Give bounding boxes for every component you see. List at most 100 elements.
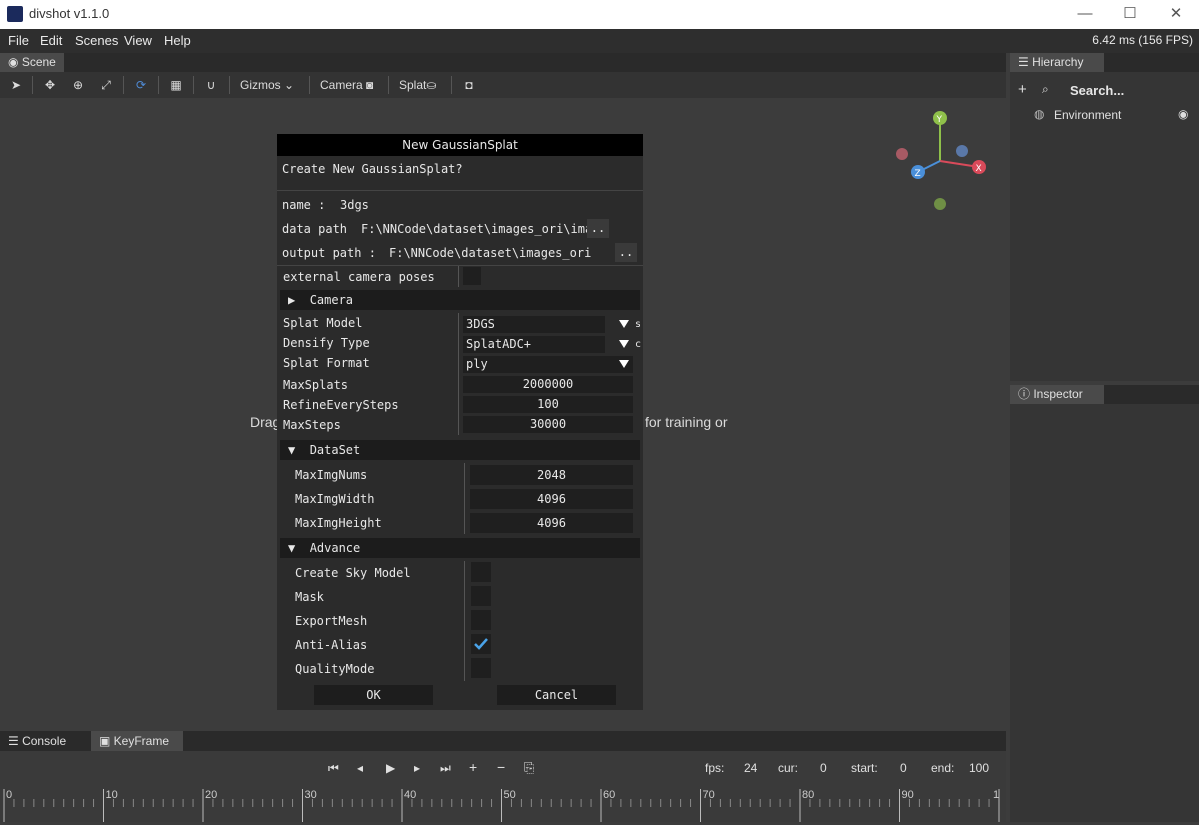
minimize-button[interactable]: — [1075,4,1095,24]
refine-field[interactable]: 100 [463,396,633,413]
max-splats-field[interactable]: 2000000 [463,376,633,393]
export-mesh-label: ExportMesh [295,614,368,628]
remove-keyframe-icon[interactable]: − [497,759,505,775]
cancel-button[interactable]: Cancel [497,685,616,705]
max-img-width-field[interactable]: 4096 [470,489,633,509]
output-path-field[interactable]: F:\NNCode\dataset\images_ori [389,244,615,262]
timeline-tick-label: 60 [603,789,615,801]
advance-section-header[interactable]: ▼ Advance [280,538,640,558]
sky-model-checkbox[interactable] [471,562,491,582]
column-divider [458,266,459,287]
max-steps-label: MaxSteps [283,418,341,432]
screenshot-icon[interactable]: ◘ [461,76,477,94]
hierarchy-item-environment[interactable]: ◍ Environment ◉ [1034,107,1194,125]
timeline-tick-label: 90 [902,789,914,801]
splat-label: Splat [399,78,427,92]
chevron-down-icon: ⌄ [284,78,295,92]
splat-model-select[interactable]: 3DGS [463,316,629,333]
data-path-browse-button[interactable]: .. [587,219,609,238]
grid-snap-icon[interactable]: ▦ [168,76,184,94]
timeline-tick-label: 1 [993,789,999,801]
menu-help[interactable]: Help [164,33,191,48]
menu-scenes[interactable]: Scenes [75,33,118,48]
dialog-divider [277,265,643,266]
hierarchy-search-input[interactable]: Search... [1070,83,1124,98]
dialog-title: New GaussianSplat [277,134,643,156]
end-value[interactable]: 100 [969,761,989,775]
mask-checkbox[interactable] [471,586,491,606]
output-path-label: output path : [282,246,376,260]
tab-scene[interactable]: ◉ Scene [0,53,64,72]
mask-label: Mask [295,590,324,604]
play-icon[interactable]: ▶ [386,761,395,775]
splat-model-label: Splat Model [283,316,363,330]
magnet-icon[interactable]: ∪ [203,76,219,94]
rotate-tool-icon[interactable]: ⊕ [70,76,86,94]
max-img-nums-field[interactable]: 2048 [470,465,633,485]
triangle-right-icon: ▶ [288,293,310,307]
external-camera-checkbox[interactable] [463,267,481,285]
maximize-button[interactable]: ☐ [1120,4,1140,24]
local-space-icon[interactable]: ⟳ [133,76,149,94]
ok-button[interactable]: OK [314,685,433,705]
cur-value[interactable]: 0 [820,761,827,775]
timeline-tick-label: 20 [205,789,217,801]
timeline-ruler[interactable]: 0 10 20 30 40 50 60 70 80 90 1 [0,787,1006,822]
dataset-section-header[interactable]: ▼ DataSet [280,440,640,460]
external-camera-label: external camera poses [283,270,435,284]
prev-frame-icon[interactable]: ◂ [357,761,363,775]
anti-alias-checkbox[interactable] [471,634,491,654]
axis-neg-x-handle[interactable] [896,148,908,160]
densify-type-select[interactable]: SplatADC+ [463,336,629,353]
close-button[interactable]: ✕ [1166,4,1186,24]
start-label: start: [851,761,878,775]
fps-value[interactable]: 24 [744,761,757,775]
data-path-field[interactable]: F:\NNCode\dataset\images_ori\ima [361,220,587,238]
camera-button[interactable]: Camera ◙ [320,76,380,94]
max-steps-field[interactable]: 30000 [463,416,633,433]
first-frame-icon[interactable]: ⏮ [328,761,339,776]
video-icon: ▣ [99,734,114,748]
select-tool-icon[interactable]: ➤ [8,76,24,94]
checkmark-icon [474,638,488,650]
menu-view[interactable]: View [124,33,152,48]
triangle-down-icon: ▼ [288,541,310,555]
menu-edit[interactable]: Edit [40,33,62,48]
axis-neg-y-handle[interactable] [934,198,946,210]
info-icon: ⓘ [1018,387,1034,401]
add-keyframe-icon[interactable]: + [469,759,477,775]
scale-tool-icon[interactable]: ⤢ [98,76,114,94]
start-value[interactable]: 0 [900,761,907,775]
export-mesh-checkbox[interactable] [471,610,491,630]
gizmos-dropdown[interactable]: Gizmos ⌄ [240,76,300,94]
export-icon[interactable]: ⎘ [524,760,534,776]
output-path-browse-button[interactable]: .. [615,243,637,262]
quality-mode-checkbox[interactable] [471,658,491,678]
last-frame-icon[interactable]: ⏭ [440,761,451,776]
max-img-height-field[interactable]: 4096 [470,513,633,533]
tab-keyframe[interactable]: ▣ KeyFrame [91,731,183,751]
toolbar-divider [388,76,389,94]
move-tool-icon[interactable]: ✥ [42,76,58,94]
anti-alias-label: Anti-Alias [295,638,368,652]
add-icon[interactable]: + [1018,81,1027,98]
next-frame-icon[interactable]: ▸ [414,761,420,775]
camera-section-header[interactable]: ▶ Camera [280,290,640,310]
splat-format-select[interactable]: ply [463,356,633,373]
eye-icon[interactable]: ◉ [1178,107,1188,121]
tab-inspector[interactable]: ⓘ Inspector [1010,385,1104,404]
timeline-tick-label: 80 [802,789,814,801]
orientation-gizmo[interactable]: Y X Z [890,106,1000,216]
axis-x-label: X [976,164,982,174]
splat-button[interactable]: Splat⛀ [399,76,444,94]
menu-file[interactable]: File [8,33,29,48]
axis-neg-z-handle[interactable] [956,145,968,157]
inspector-tab-bar: ⓘ Inspector [1010,385,1199,404]
tab-console[interactable]: ☰ Console [0,731,86,751]
densify-type-suffix: c [635,339,642,350]
tab-hierarchy[interactable]: ☰ Hierarchy [1010,53,1104,72]
column-divider [464,561,465,681]
sky-model-label: Create Sky Model [295,566,411,580]
timeline-tick-label: 10 [106,789,118,801]
name-field[interactable]: 3dgs [340,198,369,212]
